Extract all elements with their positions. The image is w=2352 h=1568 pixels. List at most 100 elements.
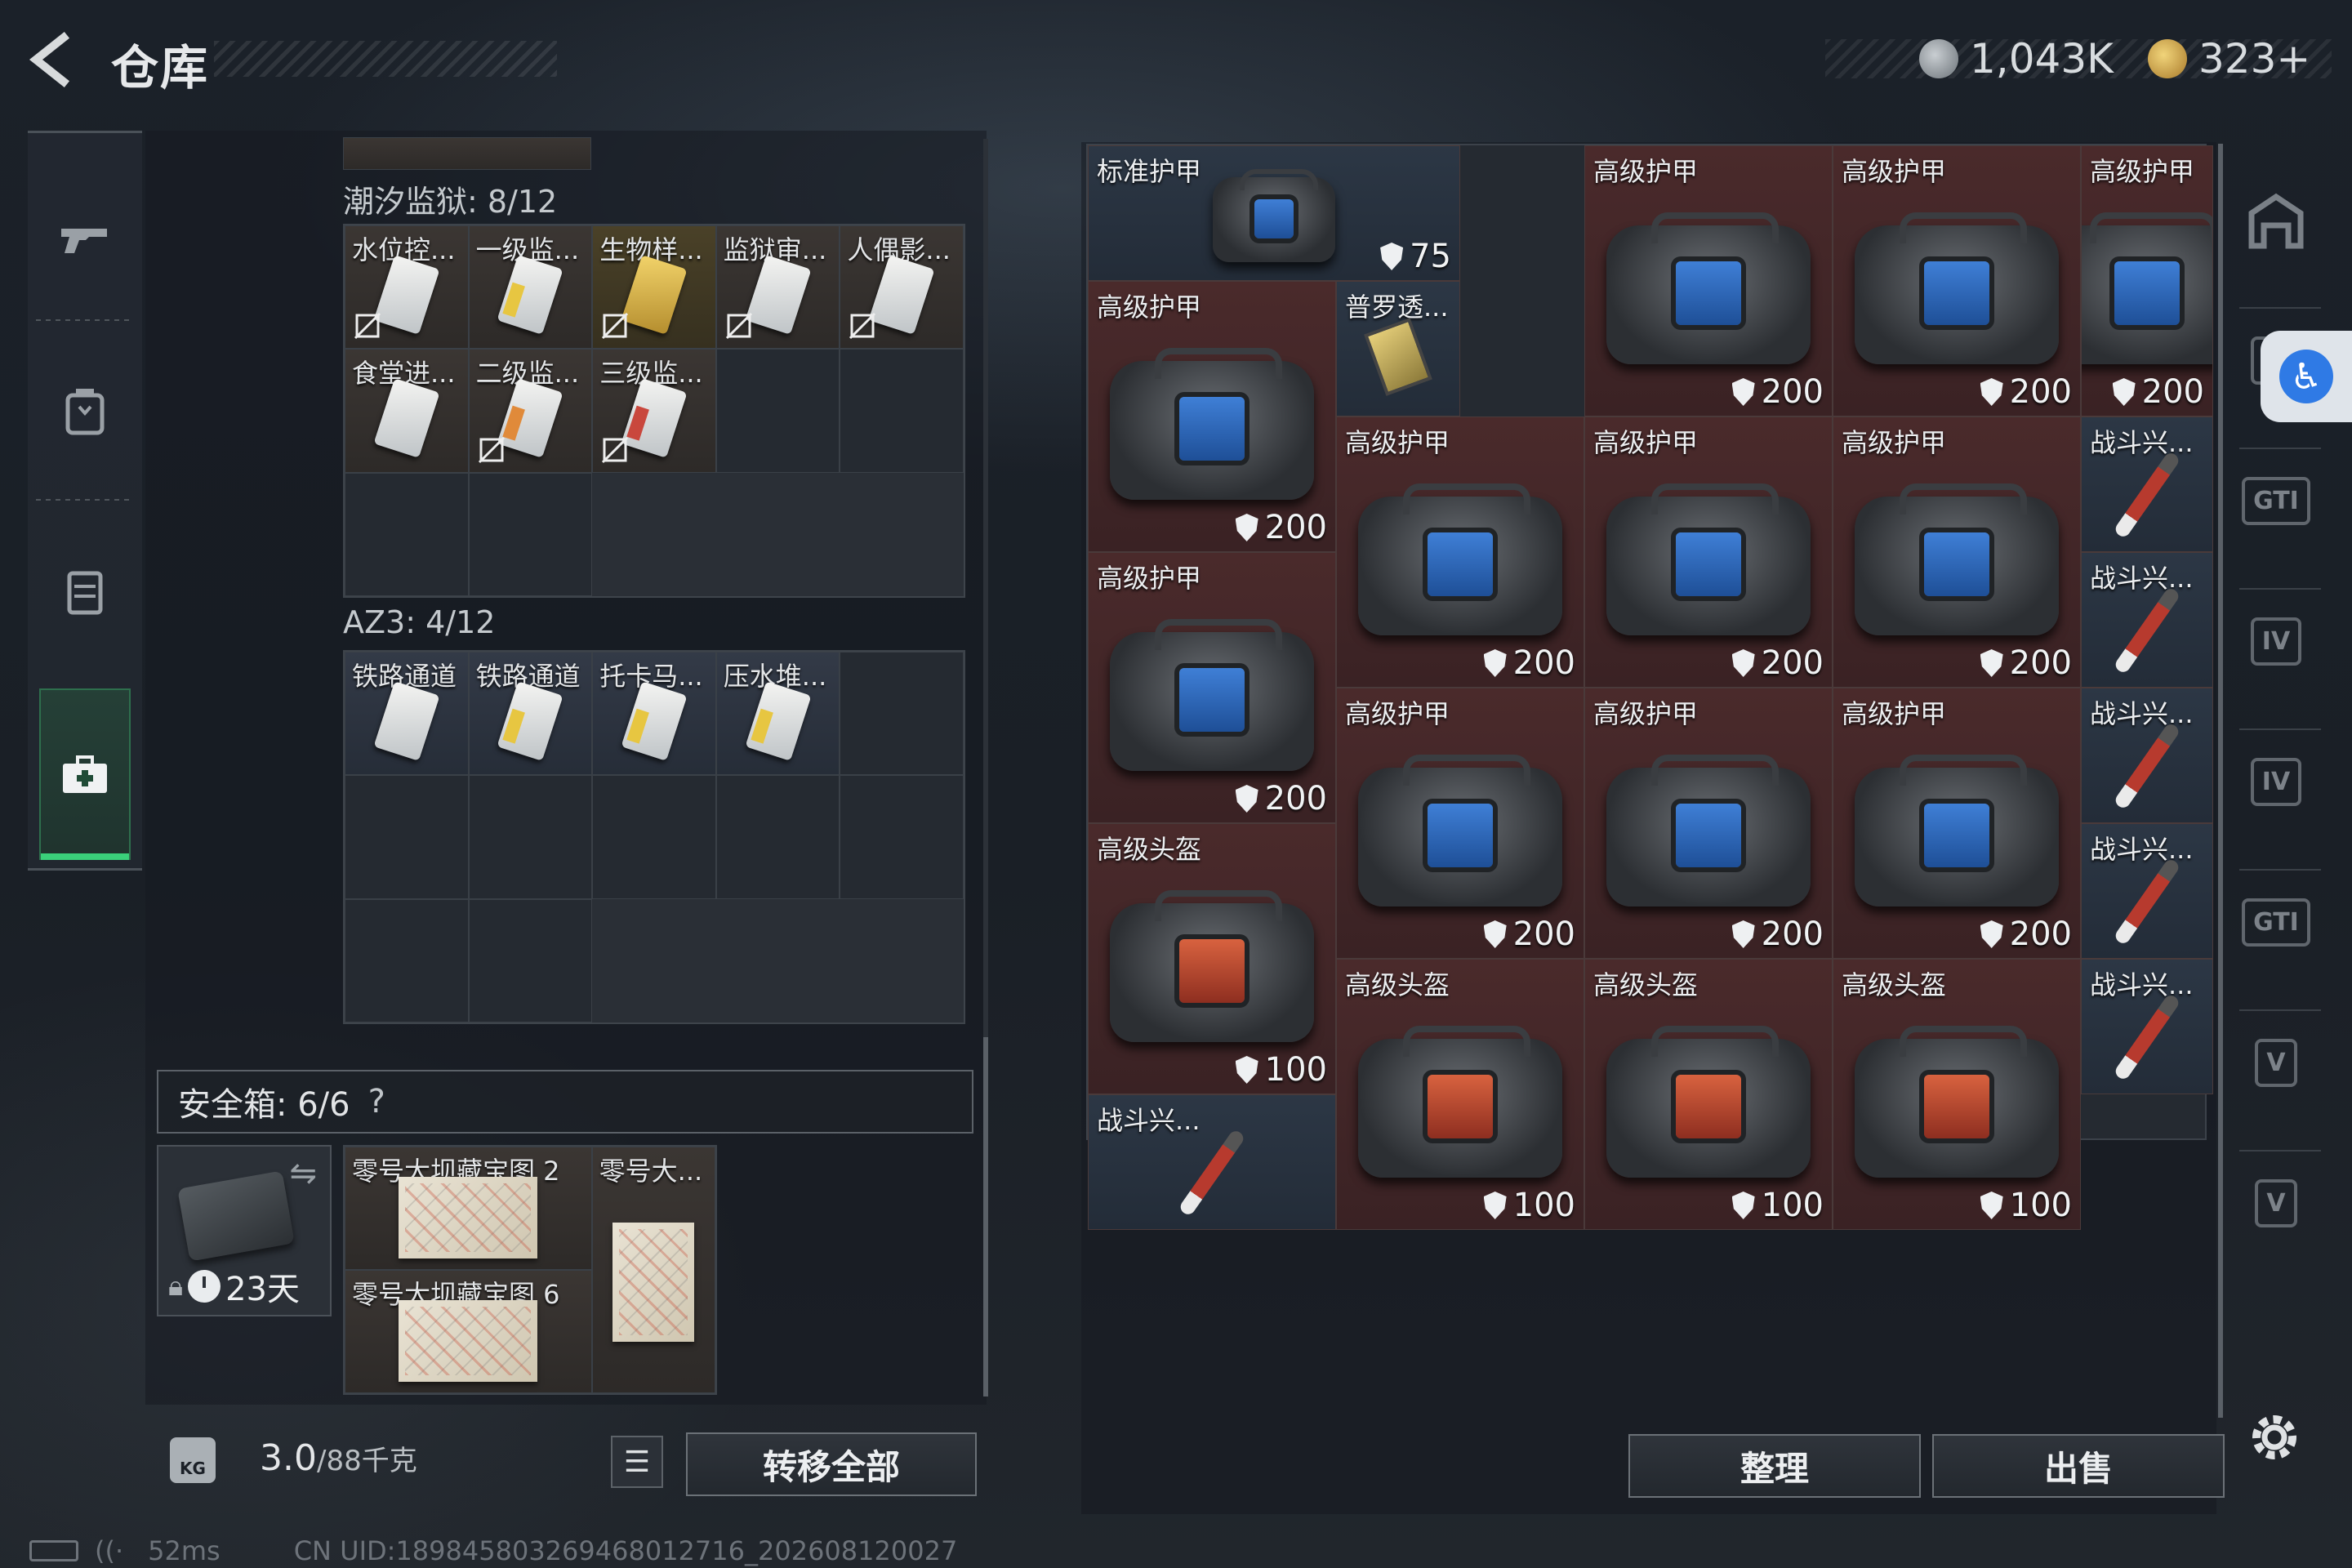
durability: 200: [1483, 915, 1575, 953]
shield-icon: [1980, 920, 2003, 948]
nav-backpack[interactable]: [28, 337, 142, 484]
organize-button[interactable]: 整理: [1628, 1434, 1921, 1498]
tier-slot-5-icon[interactable]: GTI: [2239, 885, 2313, 959]
key-card-item[interactable]: 人偶影...: [840, 225, 964, 350]
medkit-icon: [63, 755, 107, 793]
empty-slot[interactable]: [468, 775, 593, 899]
empty-slot[interactable]: [592, 775, 716, 899]
shield-icon: [1731, 920, 1755, 948]
tier-slot-3-icon[interactable]: IV: [2239, 604, 2313, 678]
stimulant-item[interactable]: 战斗兴...: [2081, 959, 2213, 1094]
tier-slot-4-icon[interactable]: IV: [2239, 745, 2313, 818]
unbound-icon: [725, 313, 752, 340]
treasure-map-item[interactable]: 零号大...: [591, 1147, 715, 1393]
key-card-item[interactable]: 压水堆...: [715, 652, 840, 776]
armor-item[interactable]: 高级护甲 200: [1336, 688, 1584, 959]
empty-slot[interactable]: [840, 349, 964, 473]
helmet-item[interactable]: 高级头盔 100: [1088, 823, 1336, 1094]
nav-divider: [36, 499, 134, 501]
nav-vest[interactable]: [28, 517, 142, 664]
key-card-item[interactable]: 生物样...: [592, 225, 716, 350]
weight-display: 3.0/88千克: [260, 1437, 417, 1479]
stash-home-icon[interactable]: [2239, 185, 2313, 258]
left-scrollbar-thumb[interactable]: [983, 1037, 988, 1396]
durability: 100: [1235, 1051, 1327, 1089]
nav-medkit[interactable]: [39, 688, 131, 860]
armor-item[interactable]: 高级护甲 200: [1584, 416, 1833, 688]
key-card-item[interactable]: 水位控...: [345, 225, 469, 350]
safe-box-case[interactable]: ⇋ 🔒︎ 23天: [157, 1145, 332, 1316]
empty-slot[interactable]: [345, 472, 469, 596]
emblem: [1676, 261, 1741, 325]
tier-slot-6-icon[interactable]: V: [2239, 1026, 2313, 1099]
empty-slot[interactable]: [840, 775, 964, 899]
key-card-item[interactable]: 铁路通道: [345, 652, 469, 776]
empty-slot[interactable]: [345, 775, 469, 899]
empty-slot[interactable]: [345, 898, 469, 1022]
stimulant-item[interactable]: 战斗兴...: [2081, 416, 2213, 552]
stimulant-item[interactable]: 战斗兴...: [2081, 823, 2213, 959]
armor-item[interactable]: 高级护甲 200: [1584, 688, 1833, 959]
helmet-item[interactable]: 高级头盔 100: [1584, 959, 1833, 1230]
swap-icon[interactable]: ⇋: [289, 1155, 317, 1192]
accessibility-icon: ♿︎: [2279, 350, 2333, 403]
key-card-item[interactable]: 食堂进...: [345, 349, 469, 473]
treasure-map-item[interactable]: 零号大坝藏宝图 2: [345, 1147, 592, 1270]
armor-bag-icon: [1855, 483, 2059, 635]
key-card-item[interactable]: 铁路通道: [468, 652, 593, 776]
tier-slot-7-icon[interactable]: V: [2239, 1166, 2313, 1240]
stimulant-item[interactable]: 战斗兴...: [2081, 688, 2213, 823]
armor-item[interactable]: 高级护甲 200: [1336, 416, 1584, 688]
clock-icon: [188, 1270, 221, 1303]
backpack-icon: [65, 389, 105, 435]
currency-silver: 1,043K: [1919, 34, 2114, 83]
key-card-item[interactable]: 二级监...: [468, 349, 593, 473]
currency-gold[interactable]: 323+: [2148, 34, 2310, 83]
item-label: 高级护甲: [1842, 698, 1947, 729]
empty-slot[interactable]: [715, 775, 840, 899]
durability: 75: [1380, 238, 1451, 275]
device-icon: [1364, 317, 1432, 396]
key-card-item[interactable]: 一级监...: [468, 225, 593, 350]
key-card-item[interactable]: 托卡马...: [592, 652, 716, 776]
shield-icon: [1980, 1192, 2003, 1219]
emblem: [1924, 1074, 1989, 1138]
list-view-button[interactable]: ☰: [611, 1436, 663, 1488]
armor-item[interactable]: 高级护甲 200: [1088, 552, 1336, 823]
armor-item[interactable]: 高级护甲 200: [1833, 145, 2081, 416]
treasure-map-item[interactable]: 零号大坝藏宝图 6: [345, 1270, 592, 1393]
armor-item[interactable]: 高级护甲 200: [1833, 688, 2081, 959]
left-nav: [28, 131, 142, 871]
back-arrow-icon[interactable]: [24, 31, 82, 88]
tier-slot-2-icon[interactable]: GTI: [2239, 464, 2313, 537]
armor-item[interactable]: 高级护甲 200: [2081, 145, 2213, 416]
empty-slot[interactable]: [715, 349, 840, 473]
settings-gear-icon[interactable]: [2246, 1409, 2303, 1466]
syringe-icon: [2113, 857, 2181, 947]
help-icon[interactable]: ?: [368, 1083, 385, 1120]
sell-button[interactable]: 出售: [1932, 1434, 2225, 1498]
transfer-all-button[interactable]: 转移全部: [686, 1432, 977, 1496]
durability: 200: [1235, 780, 1327, 817]
nav-divider: [2239, 869, 2321, 871]
empty-slot[interactable]: [840, 652, 964, 776]
syringe-icon: [1178, 1128, 1246, 1218]
helmet-item[interactable]: 高级头盔 100: [1336, 959, 1584, 1230]
stimulant-item[interactable]: 战斗兴...: [2081, 552, 2213, 688]
armor-item[interactable]: 高级护甲 200: [1584, 145, 1833, 416]
armor-item[interactable]: 标准护甲 75: [1088, 145, 1460, 281]
nav-weapons[interactable]: [28, 166, 142, 313]
armor-item[interactable]: 高级护甲 200: [1088, 281, 1336, 552]
helmet-item[interactable]: 高级头盔 100: [1833, 959, 2081, 1230]
accessibility-button[interactable]: ♿︎: [2261, 331, 2352, 422]
safe-box-header: 安全箱: 6/6 ?: [157, 1070, 973, 1134]
key-card-item[interactable]: 监狱审...: [715, 225, 840, 350]
durability: 200: [1731, 644, 1824, 682]
item-label: 高级头盔: [1842, 969, 1947, 1000]
empty-slot[interactable]: [468, 898, 593, 1022]
key-card-item[interactable]: 三级监...: [592, 349, 716, 473]
detector-item[interactable]: 普罗透...: [1336, 281, 1460, 416]
empty-slot[interactable]: [468, 472, 593, 596]
stimulant-item[interactable]: 战斗兴...: [1088, 1094, 1336, 1230]
armor-item[interactable]: 高级护甲 200: [1833, 416, 2081, 688]
